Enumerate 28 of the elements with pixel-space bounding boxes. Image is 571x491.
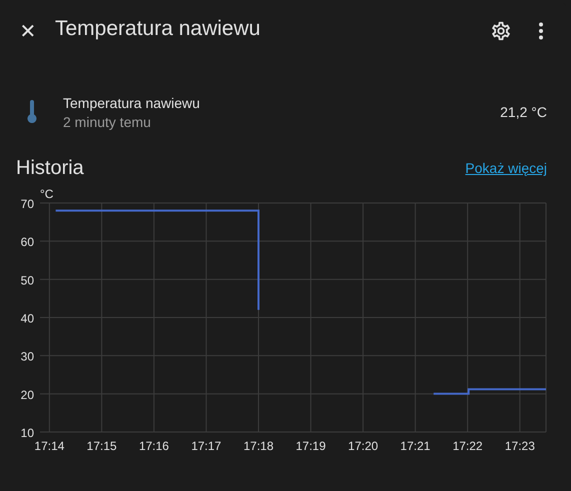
axis-label: 70 (20, 197, 34, 211)
axis-label: 17:18 (243, 439, 274, 453)
axis-label: 60 (20, 235, 34, 250)
settings-icon (490, 20, 512, 42)
axis-label: 40 (20, 312, 34, 326)
dialog-title: Temperatura nawiewu (55, 17, 262, 42)
axis-label: 30 (20, 350, 34, 364)
axis-label: 17:20 (348, 439, 378, 453)
entity-name: Temperatura nawiewu (63, 94, 201, 110)
axis-label: 50 (20, 273, 34, 288)
unit-label: °C (40, 187, 54, 201)
axis-label: 17:17 (191, 439, 222, 453)
axis-label: 17:15 (86, 439, 117, 453)
thermometer-icon (26, 100, 38, 124)
axis-label: 17:22 (452, 439, 483, 453)
axis-label: 20 (20, 388, 34, 402)
axis-label: 17:14 (34, 439, 64, 453)
last-changed: 2 minuty temu (63, 114, 152, 130)
show-more-link[interactable]: Pokaż więcej (465, 160, 547, 176)
section-title: Historia (16, 156, 84, 180)
axis-label: 17:16 (138, 439, 169, 453)
axis-label: 17:21 (400, 439, 430, 453)
axis-label: 17:19 (296, 439, 326, 453)
menu-icon (538, 22, 544, 40)
entity-state: 21,2 °C (500, 104, 547, 120)
axis-label: 17:23 (504, 439, 535, 453)
axis-label: 10 (20, 426, 34, 440)
close-button[interactable]: ✕ (16, 19, 40, 43)
